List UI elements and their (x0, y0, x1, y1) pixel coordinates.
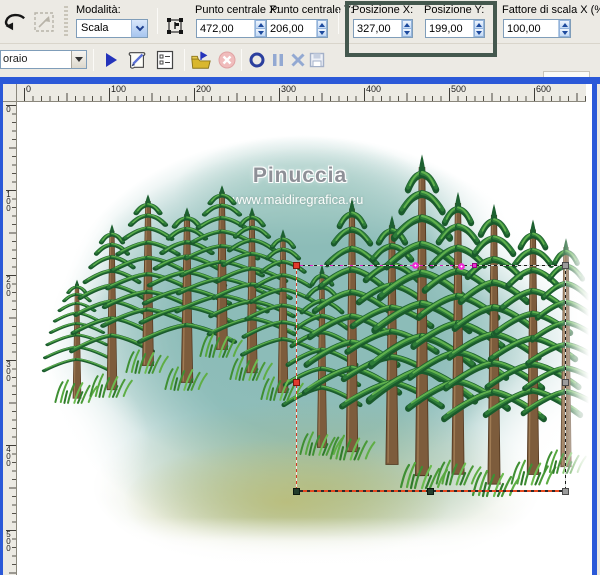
modalita-label: Modalità: (76, 4, 121, 16)
punto-centrale-x-input[interactable] (197, 20, 254, 37)
spin-up-icon[interactable] (402, 20, 412, 29)
spin-up-icon[interactable] (317, 20, 327, 29)
pivot-point-icon[interactable] (163, 14, 187, 38)
pivot-handle[interactable] (472, 263, 477, 268)
posizione-y-input[interactable] (426, 20, 473, 37)
ruler-label: 500 (449, 84, 466, 94)
spin-down-icon[interactable] (402, 29, 412, 37)
posizione-x-input[interactable] (354, 20, 401, 37)
perspective-transform-icon (32, 10, 56, 34)
image-canvas[interactable]: Pinuccia www.maidiregrafica.eu (17, 102, 592, 575)
handle-mid-right[interactable] (562, 379, 569, 386)
handle-top-left[interactable] (293, 262, 300, 269)
ruler-label: 100 (109, 84, 126, 94)
ruler-corner-box (3, 84, 17, 102)
run-selected-script-icon[interactable] (100, 49, 122, 71)
rotation-pivot-icon[interactable] (457, 262, 466, 271)
save-script-icon (306, 49, 328, 71)
punto-centrale-x-field[interactable] (196, 19, 267, 38)
psp-workspace: Modalità: Scala Punto centrale X: (0, 0, 600, 575)
punto-centrale-y-spinner[interactable] (316, 20, 327, 37)
handle-bottom-center[interactable] (427, 488, 434, 495)
record-script-icon[interactable] (246, 49, 268, 71)
spin-down-icon[interactable] (317, 29, 327, 37)
spin-up-icon[interactable] (474, 20, 484, 29)
edit-script-icon[interactable] (126, 49, 148, 71)
ruler-label: 400 (4, 445, 13, 466)
punto-centrale-y-label: Punto centrale Y: (270, 4, 354, 16)
toolbar-grip[interactable] (64, 6, 68, 38)
spin-down-icon[interactable] (255, 29, 266, 37)
script-combobox[interactable]: oraio (0, 50, 87, 69)
ruler-label: 400 (364, 84, 381, 94)
vertical-ruler: 0 100 200 300 400 500 (3, 102, 17, 575)
deform-options-toolbar: Modalità: Scala Punto centrale X: (0, 0, 600, 44)
fattore-scala-input[interactable] (504, 20, 558, 37)
fattore-scala-field[interactable] (503, 19, 571, 38)
posizione-x-label: Posizione X: (352, 4, 413, 16)
ruler-label: 0 (4, 105, 13, 112)
punto-centrale-x-spinner[interactable] (254, 20, 266, 37)
handle-mid-left[interactable] (293, 379, 300, 386)
script-list-icon[interactable] (154, 49, 176, 71)
posizione-y-spinner[interactable] (473, 20, 484, 37)
selection-edge-magenta-overlay (300, 265, 474, 266)
run-script-icon[interactable] (190, 49, 212, 71)
handle-bottom-right[interactable] (562, 488, 569, 495)
handle-bottom-left[interactable] (293, 488, 300, 495)
script-name: oraio (1, 51, 71, 68)
fattore-scala-label: Fattore di scala X (%): (502, 4, 600, 16)
deform-selection-box[interactable] (296, 265, 566, 492)
modalita-combobox[interactable]: Scala (76, 19, 148, 38)
modalita-value: Scala (77, 20, 131, 37)
horizontal-ruler: 0 100 200 300 400 500 600 (17, 84, 586, 102)
ruler-label: 0 (24, 84, 31, 94)
ruler-label: 600 (534, 84, 551, 94)
punto-centrale-y-field[interactable] (266, 19, 328, 38)
rotation-pivot-icon[interactable] (411, 261, 420, 270)
image-window-border-top (0, 77, 600, 84)
ruler-label: 100 (4, 190, 13, 211)
ruler-label: 200 (194, 84, 211, 94)
stop-script-icon (216, 49, 238, 71)
posizione-x-spinner[interactable] (401, 20, 412, 37)
fattore-scala-spinner[interactable] (558, 20, 570, 37)
pause-script-icon (267, 49, 289, 71)
undo-arrow-icon[interactable] (2, 10, 26, 34)
posizione-x-field[interactable] (353, 19, 413, 38)
punto-centrale-x-label: Punto centrale X: (195, 4, 279, 16)
chevron-down-icon[interactable] (131, 20, 147, 37)
spin-up-icon[interactable] (559, 20, 570, 29)
handle-top-right[interactable] (562, 262, 569, 269)
ruler-label: 300 (4, 360, 13, 381)
ruler-label: 500 (4, 530, 13, 551)
spin-down-icon[interactable] (474, 29, 484, 37)
spin-down-icon[interactable] (559, 29, 570, 37)
script-toolbar: oraio (0, 44, 600, 77)
posizione-y-field[interactable] (425, 19, 485, 38)
spin-up-icon[interactable] (255, 20, 266, 29)
chevron-down-icon[interactable] (71, 51, 86, 68)
posizione-y-label: Posizione Y: (424, 4, 484, 16)
ruler-label: 200 (4, 275, 13, 296)
punto-centrale-y-input[interactable] (267, 20, 316, 37)
ruler-label: 300 (279, 84, 296, 94)
ruler-end-gap (586, 84, 592, 102)
